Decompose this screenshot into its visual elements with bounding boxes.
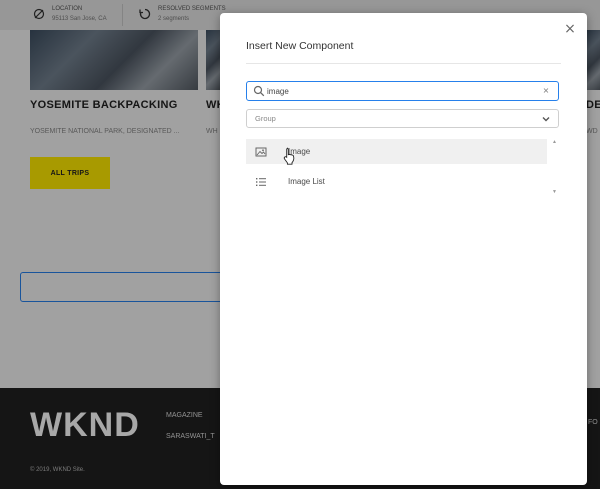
- scroll-up-icon: ▲: [552, 139, 557, 145]
- dialog-title: Insert New Component: [246, 40, 354, 52]
- dialog-divider: [246, 63, 561, 64]
- hand-cursor-icon: [283, 147, 295, 165]
- group-dropdown[interactable]: Group: [246, 109, 559, 128]
- results-scrollbar[interactable]: ▲ ▼: [552, 139, 558, 195]
- scroll-down-icon: ▼: [552, 189, 557, 195]
- image-icon: [255, 147, 267, 156]
- list-item-image-list[interactable]: Image List: [246, 169, 547, 194]
- list-icon: [256, 177, 266, 186]
- search-input[interactable]: [267, 84, 527, 98]
- component-search: ×: [246, 81, 559, 101]
- clear-search-button[interactable]: ×: [540, 85, 552, 97]
- insert-component-dialog: × Insert New Component × Group Image: [220, 13, 587, 485]
- list-item-label: Image List: [288, 177, 325, 186]
- close-button[interactable]: ×: [562, 21, 578, 37]
- search-icon: [253, 85, 265, 97]
- group-label: Group: [255, 114, 276, 123]
- chevron-down-icon: [542, 117, 550, 122]
